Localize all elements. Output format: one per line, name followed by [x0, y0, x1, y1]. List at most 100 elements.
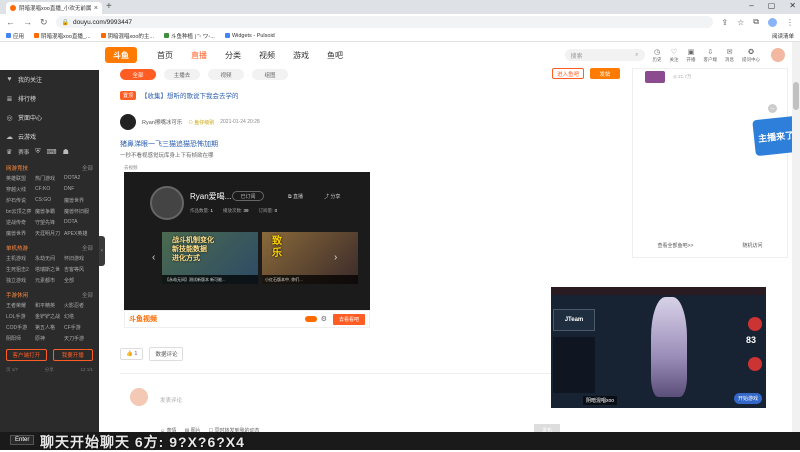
random-visit-link[interactable]: 随机访问	[742, 242, 762, 249]
pulsoid-icon	[224, 33, 230, 38]
reload-icon[interactable]: ↻	[40, 17, 48, 28]
star-icon[interactable]: ☆	[737, 18, 744, 27]
profile-avatar[interactable]	[768, 17, 777, 27]
team-banner: JTeam	[553, 309, 595, 331]
shield-icon[interactable]: ⛨	[35, 148, 40, 156]
site-header: 斗鱼 首页 直播 分类 视频 游戏 鱼吧 搜索 ⌕ ◷ 历史 ♡ 关注 ▣ 开播 ⇩ 客…	[99, 42, 792, 68]
author-name[interactable]: Ryan擦嘴冰可乐	[142, 118, 182, 126]
history-button[interactable]: ◷ 历史	[653, 48, 662, 63]
filter-anchor[interactable]: 主播去	[164, 69, 200, 80]
sidebar-item-rank[interactable]: ≣ 排行榜	[0, 89, 99, 108]
post-body: 一秒不看视感觉玩库身上下有帧欲在哪	[120, 153, 214, 159]
video-thumbnail[interactable]: 战斗机制变化 新技能数据 进化方式 【永劫无间】测试新版本 新可能...	[162, 232, 258, 284]
tab-title: 阴暗混唱xoo直播_小欢无前属你	[19, 6, 91, 12]
open-client-button[interactable]: 客户端打开	[6, 349, 47, 361]
live-link[interactable]: ⧉ 直播	[288, 193, 303, 200]
scrollbar[interactable]	[792, 42, 800, 432]
bookmark-item[interactable]: 阴暗混唱xoo的主...	[100, 32, 154, 40]
compass-icon: ◎	[6, 114, 13, 122]
share-icon[interactable]: ⇪	[721, 18, 728, 27]
filter-photo[interactable]: 组图	[252, 69, 288, 80]
prev-arrow-icon[interactable]: ‹	[152, 252, 155, 263]
close-ad-icon[interactable]: –	[768, 104, 777, 113]
settings-icon[interactable]: ⚙	[321, 315, 327, 323]
toggle-switch[interactable]	[304, 316, 317, 322]
bookmark-item[interactable]: 阴暗混唱xoo直播_...	[34, 32, 91, 40]
nav-game[interactable]: 游戏	[293, 50, 309, 61]
commenter-avatar	[130, 388, 148, 406]
creator-name[interactable]: Ryan爱喝...	[190, 191, 231, 202]
fishbar-thumbnail[interactable]	[645, 71, 665, 83]
view-all-link[interactable]: 查看全部鱼吧>>	[658, 242, 694, 249]
sidebar-item-follow[interactable]: ♥ 我的关注	[0, 70, 99, 89]
help-button[interactable]: ✪ 提问中心	[742, 48, 760, 63]
scrollbar-thumb[interactable]	[793, 82, 799, 110]
nav-category[interactable]: 分类	[225, 50, 241, 61]
go-watch-button[interactable]: 去看看吧	[332, 313, 365, 325]
browser-tab[interactable]: 阴暗混唱xoo直播_小欢无前属你 ×	[6, 2, 102, 14]
sidebar-item-center[interactable]: ◎ 赏面中心	[0, 108, 99, 127]
search-input[interactable]: 搜索 ⌕	[564, 49, 645, 61]
author-avatar[interactable]	[120, 114, 136, 130]
post-actions: 👍 1 数据评论	[120, 347, 184, 361]
enter-fishbar-button[interactable]: 进入鱼吧	[552, 68, 584, 79]
thumbs-up-icon: 👍	[126, 351, 133, 357]
camera-icon: ▣	[687, 48, 695, 56]
share-link[interactable]: ⤴ 分享	[324, 193, 340, 200]
bookmark-apps[interactable]: 应用	[6, 32, 24, 40]
pinned-post[interactable]: 置顶 【收集】想听的歌说下我会去学的	[120, 90, 239, 100]
enter-key[interactable]: Enter	[10, 435, 35, 445]
filter-all[interactable]: 全部	[120, 69, 156, 80]
sidebar-collapse-handle[interactable]: ‹	[99, 236, 105, 266]
back-icon[interactable]: ←	[6, 17, 15, 27]
report-button[interactable]: 数据评论	[149, 347, 184, 361]
nav-home[interactable]: 首页	[157, 50, 173, 61]
post-heading[interactable]: 猪鼻涕眼一飞三猫追猫恐怖加期	[120, 139, 218, 149]
nav-fishbar[interactable]: 鱼吧	[327, 50, 343, 61]
post-button[interactable]: 发帖	[590, 68, 620, 79]
reading-list[interactable]: 阅读清单	[772, 32, 794, 40]
maximize-icon[interactable]: ▢	[768, 1, 776, 10]
nav-video[interactable]: 视频	[259, 50, 275, 61]
extension-icon[interactable]: ⧉	[753, 17, 759, 27]
search-icon[interactable]: ⌕	[635, 52, 638, 59]
creator-avatar[interactable]	[150, 186, 184, 220]
video-card[interactable]: Ryan爱喝... 已订阅 ⧉ 直播 ⤴ 分享 作品数量: 1 播放次数: 39…	[124, 172, 370, 310]
url-input[interactable]: 🔒 douyu.com/9993447	[55, 16, 714, 28]
helmet-icon[interactable]: ☗	[63, 148, 69, 156]
comment-input[interactable]: 发表评论	[160, 396, 182, 404]
follow-button[interactable]: ♡ 关注	[670, 48, 679, 63]
address-bar: ← → ↻ 🔒 douyu.com/9993447 ⇪ ☆ ⧉ ⋮	[0, 14, 800, 30]
close-window-icon[interactable]: ✕	[789, 1, 796, 10]
gamepad-icon[interactable]: ⌨	[47, 148, 57, 156]
game-character	[651, 297, 687, 397]
subscribe-button[interactable]: 已订阅	[232, 191, 264, 201]
nav-live[interactable]: 直播	[191, 50, 207, 61]
filter-video[interactable]: 视频	[208, 69, 244, 80]
start-game-button: 开始游戏	[733, 393, 762, 404]
like-button[interactable]: 👍 1	[120, 348, 144, 360]
douyu-logo[interactable]: 斗鱼	[105, 47, 137, 63]
bookmark-item[interactable]: 斗鱼种植 | "◦ ワ◦...	[163, 32, 215, 40]
broadcast-button[interactable]: ▣ 开播	[687, 48, 696, 63]
user-avatar[interactable]	[770, 47, 786, 63]
author-row: Ryan擦嘴冰可乐 ⚇ 鱼仔级别 2021-01-24 20:28	[120, 114, 260, 130]
start-broadcast-button[interactable]: 我要开播	[52, 349, 93, 361]
video-thumbnail[interactable]: 致 乐 小红石版本中, 你们...	[262, 232, 358, 284]
tab-bar: 阴暗混唱xoo直播_小欢无前属你 × + – ▢ ✕	[0, 0, 800, 14]
post-title-text[interactable]: 【收集】想听的歌说下我会去学的	[141, 90, 239, 100]
client-button[interactable]: ⇩ 客户端	[704, 48, 718, 63]
main-nav: 首页 直播 分类 视频 游戏 鱼吧	[157, 50, 343, 61]
message-button[interactable]: ✉ 消息	[725, 48, 734, 63]
menu-icon[interactable]: ⋮	[786, 18, 794, 27]
new-tab-icon[interactable]: +	[106, 1, 112, 12]
list-icon: ≣	[6, 95, 13, 103]
trophy-icon[interactable]: ♛	[6, 148, 12, 156]
close-tab-icon[interactable]: ×	[94, 5, 98, 12]
next-arrow-icon[interactable]: ›	[334, 252, 337, 263]
bookmark-item[interactable]: Widgets - Pulsoid	[224, 33, 275, 39]
forward-icon[interactable]: →	[23, 17, 32, 27]
minimize-icon[interactable]: –	[749, 1, 753, 10]
sidebar-item-cloud[interactable]: ☁ 云游戏	[0, 127, 99, 146]
cloud-icon: ☁	[6, 133, 13, 141]
